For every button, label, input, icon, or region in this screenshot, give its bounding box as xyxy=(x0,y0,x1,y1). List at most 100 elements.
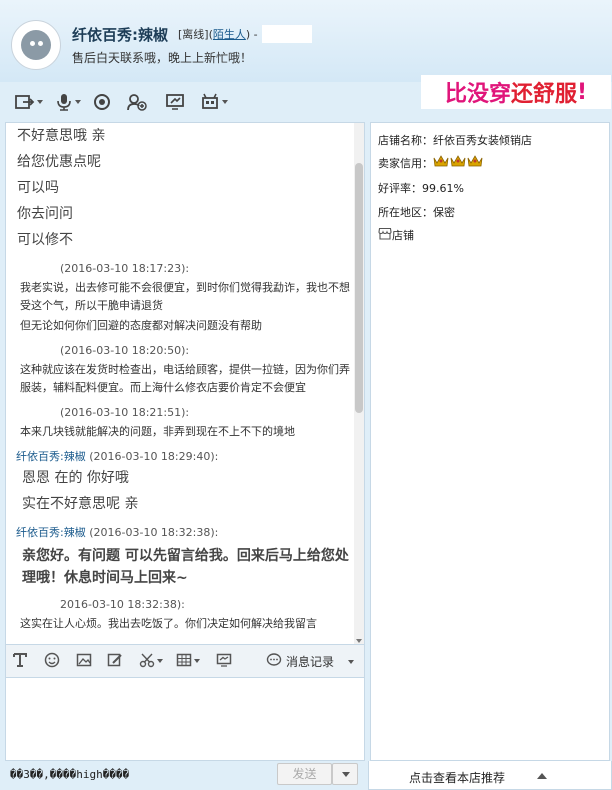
message-history-label: 消息记录 xyxy=(285,655,334,669)
crown-icon xyxy=(433,154,449,171)
chat-history[interactable]: 不好意思哦 亲给您优惠点呢 可以吗你去问问可以修不 (2016-03-10 18:1… xyxy=(5,122,365,645)
shop-link[interactable]: 店铺 xyxy=(378,227,414,243)
shop-name-value: 纤依百秀女装倾销店 xyxy=(433,134,532,147)
rating-row: 好评率： 99.61% xyxy=(378,180,464,196)
message-text: 本来几块钱就能解决的问题，非弄到现在不上不下的境地 xyxy=(20,425,295,438)
message-text: 我老实说，出去修可能不会很便宜，到时你们觉得我勐诈，我也不想受这个气，所以干脆申… xyxy=(20,281,350,312)
shop-info-panel: 店铺名称： 纤依百秀女装倾销店 卖家信用： 好评率： 99.61% 所在地区： … xyxy=(370,122,610,761)
shop-recommend-bar[interactable]: 点击查看本店推荐 xyxy=(368,761,612,790)
chat-message: (2016-03-10 18:21:51): 本来几块钱就能解决的问题，非弄到现在… xyxy=(16,405,356,441)
status-suffix: ) - xyxy=(245,27,258,41)
store-icon xyxy=(378,227,392,243)
chat-message: (2016-03-10 18:17:23): 我老实说，出去修可能不会很便宜，到时… xyxy=(16,261,356,335)
shop-recommend-label: 点击查看本店推荐 xyxy=(409,771,506,785)
shop-name-label: 店铺名称： xyxy=(378,134,433,147)
screen-share-button[interactable] xyxy=(216,652,232,670)
microphone-icon xyxy=(55,93,73,111)
stranger-link[interactable]: 陌生人 xyxy=(213,26,246,42)
region-row: 所在地区： 保密 xyxy=(378,204,455,220)
message-text: 亲您好。有问题 可以先留言给我。回来后马上给您处理哦！休息时间马上回来~ xyxy=(22,548,349,586)
banner-text-3: ! xyxy=(576,79,588,105)
banner-text-1: 比没穿 xyxy=(444,82,511,107)
chat-messages: 不好意思哦 亲给您优惠点呢 可以吗你去问问可以修不 (2016-03-10 18:1… xyxy=(16,123,356,633)
contact-name[interactable]: 纤依百秀:辣椒 xyxy=(72,24,168,45)
chat-line: 你去问问 xyxy=(17,206,73,222)
transfer-file-button[interactable] xyxy=(15,91,43,113)
scroll-thumb[interactable] xyxy=(355,163,363,413)
shop-name-row: 店铺名称： 纤依百秀女装倾销店 xyxy=(378,132,532,148)
font-button[interactable] xyxy=(12,652,28,670)
shop-link-label: 店铺 xyxy=(392,229,414,242)
title-line: 纤依百秀:辣椒 [离线]( 陌生人 ) - xyxy=(72,24,312,45)
table-icon xyxy=(176,652,192,671)
emoji-button[interactable] xyxy=(44,652,60,670)
seller-credit-row: 卖家信用： xyxy=(378,154,484,171)
screenshot-button[interactable] xyxy=(139,652,163,670)
seller-credit-label: 卖家信用： xyxy=(378,156,433,170)
remote-screen-icon xyxy=(165,93,185,111)
add-contact-icon xyxy=(127,93,147,111)
message-text: 这实在让人心烦。我出去吃饭了。你们决定如何解决给我留言 xyxy=(20,617,317,630)
chat-bubble-icon xyxy=(266,652,282,671)
chat-line: 可以修不 xyxy=(17,232,73,248)
message-input[interactable] xyxy=(5,677,365,761)
promo-banner[interactable]: 比没穿 还舒服! xyxy=(421,75,611,109)
chat-message: 纤依百秀:辣椒 (2016-03-10 18:32:38): 亲您好。有问题 可以… xyxy=(16,525,356,589)
input-toolbar: 消息记录 xyxy=(5,645,365,677)
image-icon xyxy=(76,652,92,671)
message-header: 纤依百秀:辣椒 (2016-03-10 18:32:38): xyxy=(16,525,356,541)
message-text: 但无论如何你们回避的态度都对解决问题没有帮助 xyxy=(20,319,262,332)
region-value: 保密 xyxy=(433,206,455,219)
send-button[interactable]: 发送 xyxy=(277,763,332,785)
message-time: (2016-03-10 18:20:50): xyxy=(60,344,190,357)
chat-header: 纤依百秀:辣椒 [离线]( 陌生人 ) - 售后白天联系哦，晚上上新忙哦！ xyxy=(0,0,612,82)
input-footer: ��3��,����high���� 发送 xyxy=(0,761,368,790)
rating-label: 好评率： xyxy=(378,182,422,195)
avatar[interactable] xyxy=(11,20,61,70)
chat-line: 可以吗 xyxy=(17,180,59,196)
garbled-status-text: ��3��,����high���� xyxy=(10,768,130,781)
contact-signature: 售后白天联系哦，晚上上新忙哦！ xyxy=(72,51,253,65)
table-button[interactable] xyxy=(176,652,200,670)
chat-message: (2016-03-10 18:20:50): 这种就应该在发货时检查出，电话给顾客… xyxy=(16,343,356,397)
message-history-button[interactable]: 消息记录 xyxy=(266,652,354,671)
voice-button[interactable] xyxy=(55,91,81,113)
message-header: 2016-03-10 18:32:38): xyxy=(16,597,356,613)
message-text: 实在不好意思呢 亲 xyxy=(22,496,139,512)
message-text: 恩恩 在的 你好哦 xyxy=(22,470,129,486)
application-button[interactable] xyxy=(200,91,228,113)
video-button[interactable] xyxy=(93,91,111,113)
edit-button[interactable] xyxy=(107,652,123,670)
edit-icon xyxy=(107,652,123,671)
chevron-up-icon xyxy=(537,773,547,779)
message-header: (2016-03-10 18:17:23): xyxy=(16,261,356,277)
crown-icon xyxy=(450,154,466,171)
message-header: (2016-03-10 18:20:50): xyxy=(16,343,356,359)
scroll-down-icon[interactable] xyxy=(356,639,362,643)
message-time: 2016-03-10 18:32:38): xyxy=(60,598,185,611)
message-time: (2016-03-10 18:29:40): xyxy=(89,450,219,463)
message-header: (2016-03-10 18:21:51): xyxy=(16,405,356,421)
online-status: [离线]( xyxy=(178,28,213,41)
video-camera-icon xyxy=(93,93,111,111)
message-time: (2016-03-10 18:21:51): xyxy=(60,406,190,419)
message-sender[interactable]: 纤依百秀:辣椒 xyxy=(16,526,86,539)
chat-line: 不好意思哦 亲 xyxy=(17,128,106,144)
screen-share-icon xyxy=(216,652,232,671)
message-text: 这种就应该在发货时检查出，电话给顾客，提供一拉链，因为你们弄服装，辅料配料便宜。… xyxy=(20,363,350,394)
message-header: 纤依百秀:辣椒 (2016-03-10 18:29:40): xyxy=(16,449,356,465)
remote-assist-button[interactable] xyxy=(165,91,185,113)
chat-line: 给您优惠点呢 xyxy=(17,154,101,170)
chat-scrollbar[interactable] xyxy=(354,123,364,644)
crown-icon xyxy=(467,154,483,171)
region-label: 所在地区： xyxy=(378,206,433,219)
add-contact-button[interactable] xyxy=(127,91,147,113)
message-time: (2016-03-10 18:32:38): xyxy=(89,526,219,539)
font-icon xyxy=(12,652,28,671)
chevron-down-icon xyxy=(342,772,350,777)
message-sender[interactable]: 纤依百秀:辣椒 xyxy=(16,450,86,463)
image-button[interactable] xyxy=(76,652,92,670)
message-time: (2016-03-10 18:17:23): xyxy=(60,262,190,275)
send-options-button[interactable] xyxy=(332,763,358,785)
crown-rating xyxy=(433,154,484,171)
